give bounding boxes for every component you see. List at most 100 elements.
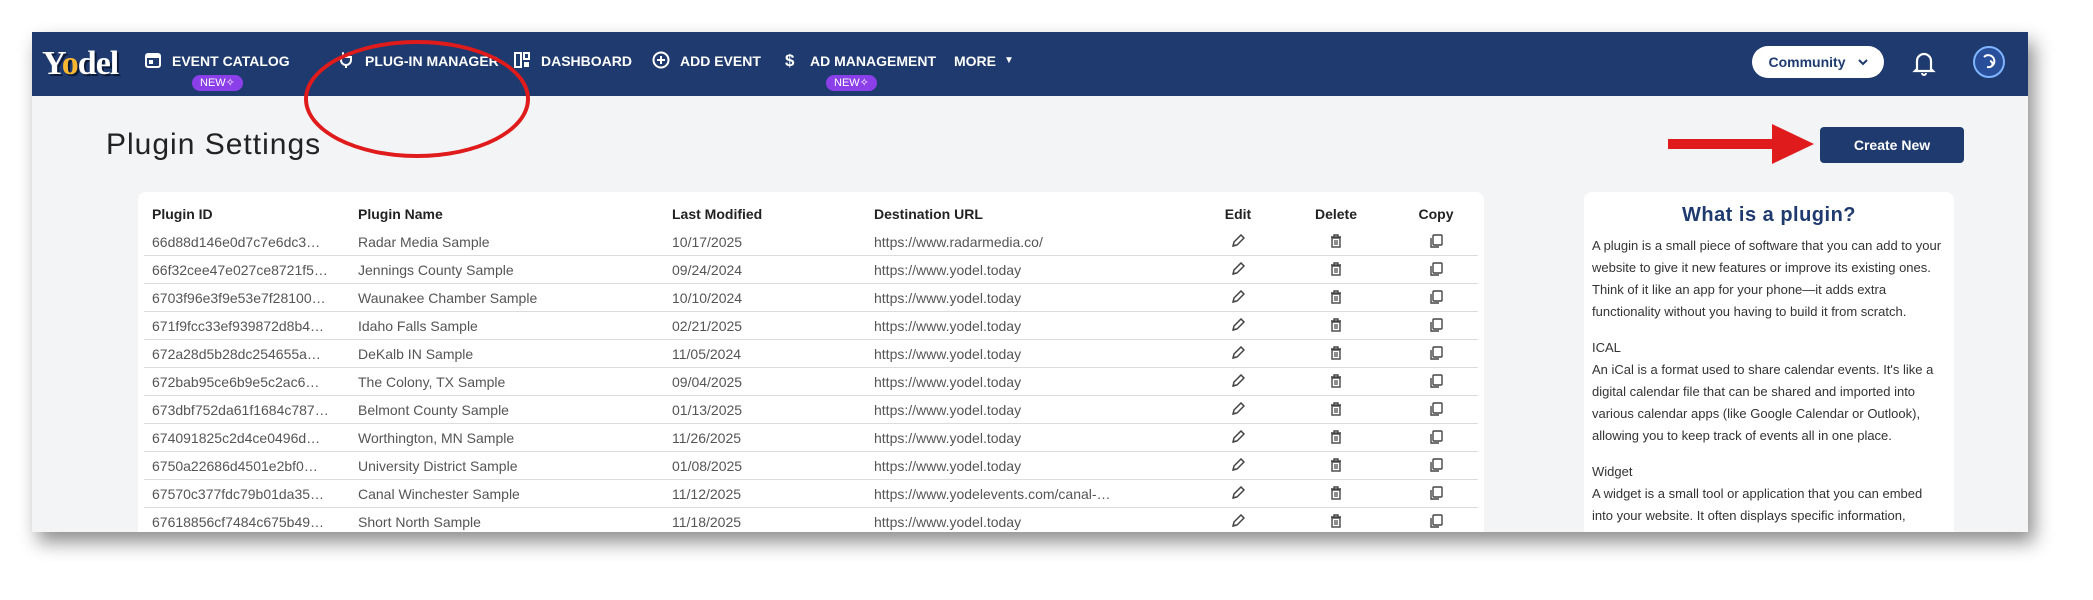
destination-url-cell: https://www.yodel.today xyxy=(874,262,1022,278)
table-row: 672bab95ce6b9e5c2ac6… The Colony, TX Samp… xyxy=(138,368,1484,396)
page-title: Plugin Settings xyxy=(106,128,322,161)
edit-icon[interactable] xyxy=(1208,452,1268,480)
delete-icon[interactable] xyxy=(1306,396,1366,424)
edit-icon[interactable] xyxy=(1208,284,1268,312)
last-modified-cell: 09/24/2024 xyxy=(672,262,743,278)
column-header-url[interactable]: Destination URL xyxy=(874,200,1154,228)
nav-add-event[interactable]: ADD EVENT xyxy=(652,32,761,96)
delete-icon[interactable] xyxy=(1306,368,1366,396)
edit-icon[interactable] xyxy=(1208,228,1268,256)
delete-icon[interactable] xyxy=(1306,340,1366,368)
copy-icon[interactable] xyxy=(1406,228,1466,256)
user-avatar-icon xyxy=(1983,54,1996,69)
last-modified-cell: 09/04/2025 xyxy=(672,374,743,390)
plugin-name-cell: Idaho Falls Sample xyxy=(358,318,478,334)
app-window: Yodel EVENT CATALOG NEW✧ PLUG-IN MANAGER… xyxy=(32,32,2028,532)
nav-dashboard[interactable]: DASHBOARD xyxy=(513,32,632,96)
plugin-name-cell: DeKalb IN Sample xyxy=(358,346,474,362)
plugin-name-cell: Worthington, MN Sample xyxy=(358,430,515,446)
table-row: 672a28d5b28dc254655a… DeKalb IN Sample 11/… xyxy=(138,340,1484,368)
delete-icon[interactable] xyxy=(1306,312,1366,340)
edit-icon[interactable] xyxy=(1208,396,1268,424)
plugin-name-cell: Waunakee Chamber Sample xyxy=(358,290,538,306)
community-dropdown[interactable]: Community xyxy=(1752,46,1884,78)
table-row: 6703f96e3f9e53e7f28100… Waunakee Chamber … xyxy=(138,284,1484,312)
edit-icon[interactable] xyxy=(1208,340,1268,368)
copy-icon[interactable] xyxy=(1406,284,1466,312)
annotation-arrow xyxy=(1668,124,1814,164)
user-avatar[interactable] xyxy=(1973,46,2005,78)
destination-url-cell: https://www.yodel.today xyxy=(874,402,1022,418)
last-modified-cell: 10/10/2024 xyxy=(672,290,743,306)
copy-icon[interactable] xyxy=(1406,312,1466,340)
delete-icon[interactable] xyxy=(1306,256,1366,284)
table-row: 671f9fcc33ef939872d8b4… Idaho Falls Sampl… xyxy=(138,312,1484,340)
delete-icon[interactable] xyxy=(1306,480,1366,508)
plugin-id-cell: 672a28d5b28dc254655a… xyxy=(152,346,321,362)
destination-url-cell: https://www.yodelevents.com/canal-… xyxy=(874,486,1111,502)
table-row: 6750a22686d4501e2bf0… University District… xyxy=(138,452,1484,480)
edit-icon[interactable] xyxy=(1208,424,1268,452)
chevron-down-icon: ▼ xyxy=(1004,55,1014,66)
delete-icon[interactable] xyxy=(1306,284,1366,312)
annotation-circle xyxy=(304,40,530,158)
new-badge: NEW✧ xyxy=(826,75,877,91)
last-modified-cell: 11/12/2025 xyxy=(672,486,742,502)
plugin-id-cell: 66f32cee47e027ce8721f5… xyxy=(152,262,328,278)
copy-icon[interactable] xyxy=(1406,256,1466,284)
table-row: 66d88d146e0d7c7e6dc3… Radar Media Sample 1… xyxy=(138,228,1484,256)
copy-icon[interactable] xyxy=(1406,480,1466,508)
plugin-name-cell: Jennings County Sample xyxy=(358,262,514,278)
yodel-logo[interactable]: Yodel xyxy=(42,42,134,86)
edit-icon[interactable] xyxy=(1208,368,1268,396)
edit-icon[interactable] xyxy=(1208,508,1268,532)
plugin-name-cell: The Colony, TX Sample xyxy=(358,374,506,390)
nav-more[interactable]: MORE ▼ xyxy=(954,32,1014,96)
copy-icon[interactable] xyxy=(1406,340,1466,368)
plus-circle-icon xyxy=(652,51,670,69)
plugin-id-cell: 673dbf752da61f1684c787… xyxy=(152,402,329,418)
table-row: 67570c377fdc79b01da35… Canal Winchester S… xyxy=(138,480,1484,508)
nav-ad-management[interactable]: $ AD MANAGEMENT NEW✧ xyxy=(782,32,936,96)
delete-icon[interactable] xyxy=(1306,452,1366,480)
copy-icon[interactable] xyxy=(1406,396,1466,424)
plugin-id-cell: 671f9fcc33ef939872d8b4… xyxy=(152,318,325,334)
plugin-table: Plugin ID Plugin Name Last Modified Dest… xyxy=(138,192,1484,532)
table-row: 673dbf752da61f1684c787… Belmont County Sa… xyxy=(138,396,1484,424)
info-widget-title: Widget xyxy=(1592,464,1633,479)
plugin-name-cell: Short North Sample xyxy=(358,514,481,530)
column-header-id[interactable]: Plugin ID xyxy=(152,200,342,228)
plugin-id-cell: 67618856cf7484c675b49… xyxy=(152,514,325,530)
edit-icon[interactable] xyxy=(1208,480,1268,508)
chevron-down-icon xyxy=(1857,59,1868,66)
copy-icon[interactable] xyxy=(1406,508,1466,532)
bell-icon[interactable] xyxy=(1912,50,1936,76)
plugin-id-cell: 674091825c2d4ce0496d… xyxy=(152,430,321,446)
copy-icon[interactable] xyxy=(1406,452,1466,480)
plugin-id-cell: 6750a22686d4501e2bf0… xyxy=(152,458,318,474)
svg-text:$: $ xyxy=(785,51,795,69)
plugin-name-cell: Canal Winchester Sample xyxy=(358,486,520,502)
delete-icon[interactable] xyxy=(1306,508,1366,532)
create-new-button[interactable]: Create New xyxy=(1820,127,1964,163)
nav-event-catalog[interactable]: EVENT CATALOG NEW✧ xyxy=(144,32,290,96)
destination-url-cell: https://www.yodel.today xyxy=(874,346,1022,362)
edit-icon[interactable] xyxy=(1208,256,1268,284)
column-header-name[interactable]: Plugin Name xyxy=(358,200,648,228)
table-row: 67618856cf7484c675b49… Short North Sample… xyxy=(138,508,1484,532)
destination-url-cell: https://www.yodel.today xyxy=(874,430,1022,446)
info-ical-text: An iCal is a format used to share calend… xyxy=(1592,362,1934,443)
last-modified-cell: 11/05/2024 xyxy=(672,346,742,362)
destination-url-cell: https://www.yodel.today xyxy=(874,318,1022,334)
edit-icon[interactable] xyxy=(1208,312,1268,340)
new-badge: NEW✧ xyxy=(192,75,243,91)
delete-icon[interactable] xyxy=(1306,228,1366,256)
column-header-modified[interactable]: Last Modified xyxy=(672,200,852,228)
delete-icon[interactable] xyxy=(1306,424,1366,452)
copy-icon[interactable] xyxy=(1406,424,1466,452)
last-modified-cell: 10/17/2025 xyxy=(672,234,743,250)
table-header: Plugin ID Plugin Name Last Modified Dest… xyxy=(138,200,1484,228)
copy-icon[interactable] xyxy=(1406,368,1466,396)
info-intro: A plugin is a small piece of software th… xyxy=(1592,238,1942,319)
plugin-name-cell: Radar Media Sample xyxy=(358,234,490,250)
